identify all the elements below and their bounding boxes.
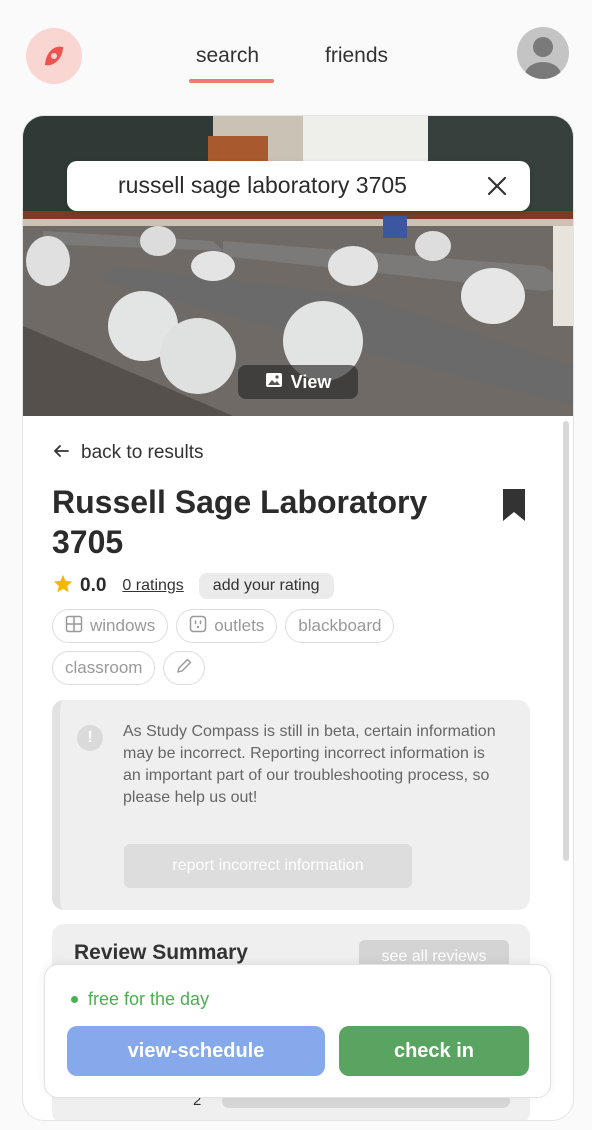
tag-outlets[interactable]: outlets — [176, 609, 278, 643]
compass-logo-icon[interactable] — [26, 28, 82, 84]
view-photo-button[interactable]: View — [238, 365, 358, 399]
room-tags: windows outlets blackboard classroom — [52, 609, 472, 685]
room-title: Russell Sage Laboratory 3705 — [52, 484, 428, 560]
active-tab-indicator — [189, 79, 274, 83]
room-photo[interactable]: russell sage laboratory 3705 View — [23, 116, 573, 416]
tag-windows[interactable]: windows — [52, 609, 169, 643]
pencil-icon — [175, 657, 193, 680]
user-avatar-icon[interactable] — [517, 27, 569, 79]
beta-notice: ! As Study Compass is still in beta, cer… — [52, 700, 530, 910]
outlet-icon — [189, 615, 207, 638]
review-summary-title: Review Summary — [74, 941, 248, 964]
check-in-button[interactable]: check in — [339, 1026, 529, 1076]
tag-blackboard[interactable]: blackboard — [285, 609, 395, 643]
search-input[interactable]: russell sage laboratory 3705 — [118, 172, 407, 199]
availability-status: free for the day — [71, 989, 209, 1010]
image-icon — [265, 372, 283, 393]
back-to-results-link[interactable]: back to results — [53, 442, 204, 464]
tab-friends[interactable]: friends — [325, 44, 388, 68]
tag-label: outlets — [214, 616, 265, 635]
arrow-left-icon — [53, 442, 69, 464]
search-bar[interactable]: russell sage laboratory 3705 — [67, 161, 530, 211]
tag-classroom[interactable]: classroom — [52, 651, 156, 685]
status-text: free for the day — [88, 989, 210, 1009]
tag-label: classroom — [65, 658, 143, 677]
availability-panel: free for the day view-schedule check in — [44, 964, 551, 1098]
window-icon — [65, 615, 83, 638]
ratings-count-link[interactable]: 0 ratings — [122, 577, 183, 595]
view-schedule-button[interactable]: view-schedule — [67, 1026, 325, 1076]
scrollbar[interactable] — [563, 421, 569, 861]
report-incorrect-info-button[interactable]: report incorrect information — [124, 844, 412, 888]
rating-value: 0.0 — [80, 575, 107, 596]
edit-tags-button[interactable] — [163, 651, 206, 685]
back-label: back to results — [81, 442, 204, 463]
tag-label: blackboard — [298, 616, 382, 635]
notice-text: As Study Compass is still in beta, certa… — [123, 723, 496, 806]
bookmark-icon[interactable] — [501, 487, 527, 523]
close-icon[interactable] — [484, 173, 510, 199]
info-icon: ! — [77, 725, 103, 751]
add-rating-button[interactable]: add your rating — [198, 573, 334, 599]
rating-row: 0.0 0 ratings add your rating — [52, 572, 334, 600]
view-button-label: View — [290, 371, 332, 392]
app-header: search friends — [0, 0, 592, 100]
tag-label: windows — [90, 616, 156, 635]
star-icon — [52, 573, 74, 600]
status-dot-icon — [71, 996, 78, 1003]
tab-search[interactable]: search — [196, 44, 259, 68]
